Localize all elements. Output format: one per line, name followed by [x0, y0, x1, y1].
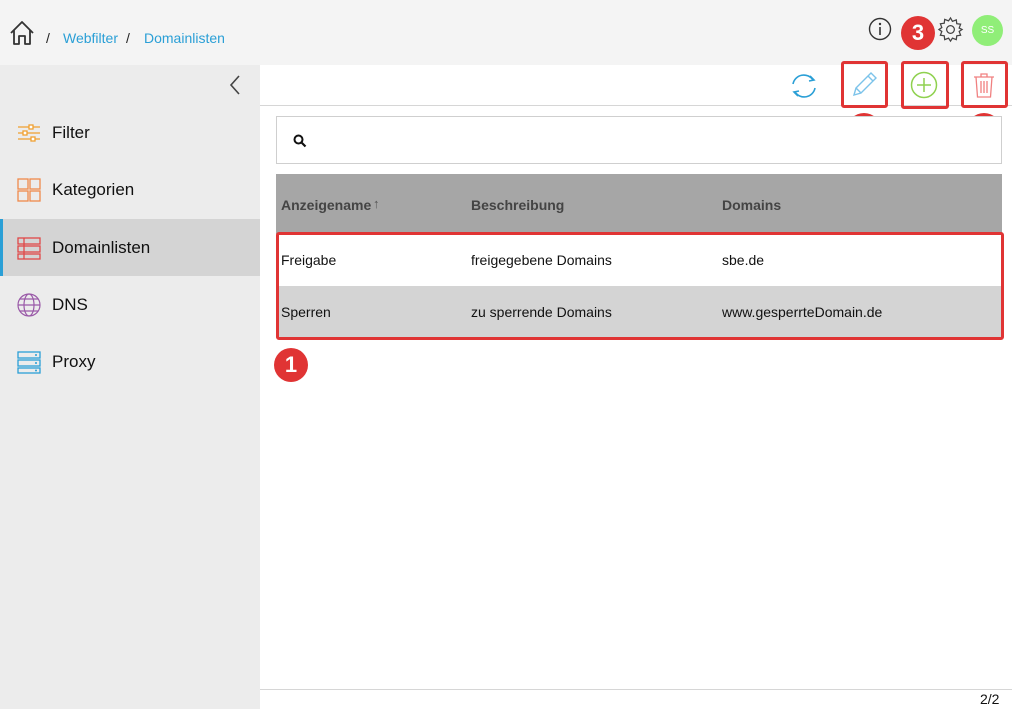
refresh-icon[interactable]: [788, 70, 820, 102]
column-header-domains[interactable]: Domains: [722, 197, 781, 213]
sidebar-item-proxy[interactable]: Proxy: [0, 333, 260, 390]
sidebar-item-domainlisten[interactable]: Domainlisten: [0, 219, 260, 276]
search-icon: [293, 134, 307, 148]
sidebar-item-kategorien[interactable]: Kategorien: [0, 161, 260, 218]
grid-icon: [17, 177, 41, 202]
sidebar-item-filter[interactable]: Filter: [0, 104, 260, 161]
table-header: Anzeigename ↑ Beschreibung Domains: [276, 174, 1002, 234]
footer-divider: [260, 689, 1012, 690]
toolbar-divider: [260, 105, 1012, 106]
server-icon: [17, 350, 41, 374]
row-count: 2/2: [980, 691, 1000, 707]
sort-ascending-icon: ↑: [373, 196, 380, 211]
avatar[interactable]: SS: [972, 15, 1003, 46]
gear-icon[interactable]: [937, 16, 964, 43]
annotation-badge-3: 3: [901, 16, 935, 50]
breadcrumb-separator: /: [126, 30, 130, 46]
breadcrumb-domainlisten[interactable]: Domainlisten: [144, 30, 225, 46]
breadcrumb-webfilter[interactable]: Webfilter: [63, 30, 118, 46]
sidebar-item-label: Kategorien: [52, 179, 135, 199]
highlight-add: [901, 61, 949, 109]
info-icon[interactable]: [868, 17, 892, 41]
column-header-beschreibung[interactable]: Beschreibung: [471, 197, 564, 213]
home-icon[interactable]: [8, 19, 36, 47]
annotation-badge-1: 1: [274, 348, 308, 382]
highlight-rows: [276, 232, 1004, 340]
globe-icon: [17, 292, 41, 317]
search-input[interactable]: [317, 125, 987, 155]
sidebar: Filter Kategorien Domainlisten DNS Proxy: [0, 65, 260, 709]
sidebar-item-label: DNS: [52, 294, 88, 314]
chevron-left-icon[interactable]: [225, 73, 245, 97]
sidebar-item-dns[interactable]: DNS: [0, 276, 260, 333]
sidebar-item-label: Domainlisten: [52, 237, 151, 257]
breadcrumb-separator: /: [46, 30, 50, 46]
list-icon: [17, 236, 41, 260]
column-header-anzeigename[interactable]: Anzeigename: [281, 197, 371, 213]
sidebar-item-label: Filter: [52, 122, 90, 142]
sliders-icon: [18, 123, 40, 142]
top-bar: / Webfilter / Domainlisten SS: [0, 0, 1012, 65]
highlight-edit: [841, 61, 888, 108]
highlight-delete: [961, 61, 1008, 108]
search-box[interactable]: [276, 116, 1002, 164]
sidebar-item-label: Proxy: [52, 351, 96, 371]
